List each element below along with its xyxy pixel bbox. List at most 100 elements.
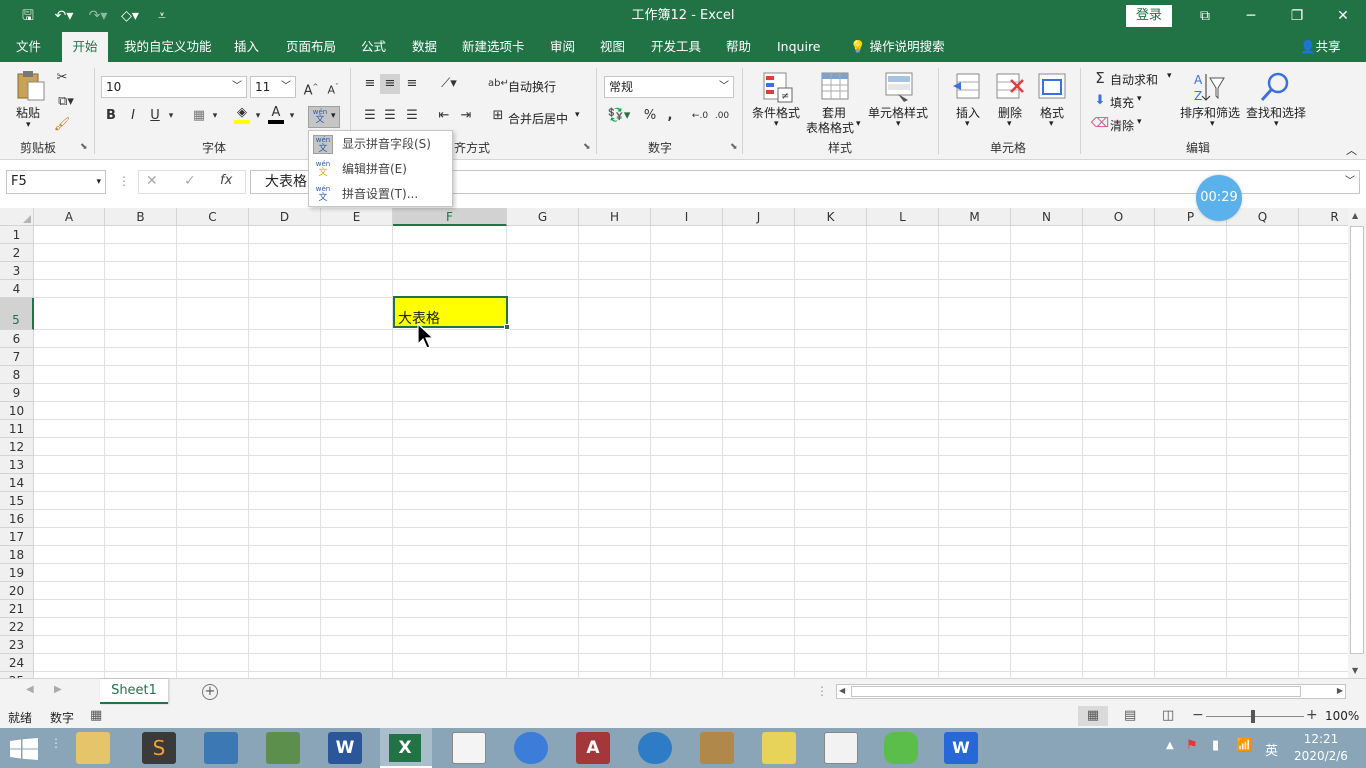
network-icon[interactable]: 📶 [1236,738,1252,753]
fill-down-icon[interactable]: ⬇ [1090,91,1110,111]
scroll-up-icon[interactable]: ▲ [1352,211,1358,220]
menu-item-edit-phonetic[interactable]: wén 文 编辑拼音(E) [309,157,452,182]
shrink-font-icon[interactable]: Aˇ [323,77,343,97]
column-header-g[interactable]: G [507,208,579,226]
row-header-23[interactable]: 23 [0,636,34,654]
row-header-6[interactable]: 6 [0,330,34,348]
horizontal-scrollbar[interactable]: ◀ ▶ [836,684,1346,699]
accounting-format-icon[interactable]: 💱▾ [604,106,634,126]
tab-data[interactable]: 数据 [404,32,445,62]
chevron-down-icon[interactable]: ▾ [774,119,779,129]
reader-icon[interactable] [452,732,486,764]
network-tool-icon[interactable] [638,732,672,764]
row-header-8[interactable]: 8 [0,366,34,384]
column-header-d[interactable]: D [249,208,321,226]
normal-view-icon[interactable]: ▦ [1078,706,1108,726]
tab-help[interactable]: 帮助 [718,32,759,62]
tab-developer[interactable]: 开发工具 [643,32,709,62]
python-icon[interactable] [204,732,238,764]
number-launcher-icon[interactable]: ⬊ [730,142,738,152]
page-layout-view-icon[interactable]: ▤ [1124,708,1136,723]
font-size-combo[interactable]: 11 ﹀ [250,76,296,98]
word-icon[interactable]: W [328,732,362,764]
chevron-down-icon[interactable]: ▾ [1274,119,1279,129]
row-header-14[interactable]: 14 [0,474,34,492]
format-cells-icon[interactable] [1035,70,1069,104]
minimize-button[interactable]: ─ [1228,0,1274,32]
percent-button[interactable]: % [640,106,660,126]
align-left-icon[interactable]: ☰ [360,106,380,126]
tab-home[interactable]: 开始 [62,32,108,63]
chevron-down-icon[interactable]: ▾ [1137,94,1142,104]
row-header-2[interactable]: 2 [0,244,34,262]
menu-item-show-phonetic[interactable]: wén 文 显示拼音字段(S) [309,132,452,157]
row-header-16[interactable]: 16 [0,510,34,528]
grow-font-icon[interactable]: A^ [301,77,321,98]
close-button[interactable]: ✕ [1320,0,1366,32]
comma-button[interactable]: , [660,106,680,126]
ime-indicator[interactable]: 英 [1265,740,1278,759]
enter-icon[interactable]: ✓ [184,173,196,189]
notepad-icon[interactable] [824,732,858,764]
align-top-icon[interactable]: ≡ [360,74,380,94]
row-header-17[interactable]: 17 [0,528,34,546]
fill-handle[interactable] [504,324,510,330]
row-header-9[interactable]: 9 [0,384,34,402]
touch-mode-icon[interactable]: ◇▾ [116,6,144,26]
splitter-dots-icon[interactable]: ⋮ [816,684,828,698]
row-header-21[interactable]: 21 [0,600,34,618]
row-header-7[interactable]: 7 [0,348,34,366]
align-center-icon[interactable]: ☰ [380,106,400,126]
wrap-text-label[interactable]: 自动换行 [508,78,556,95]
autosum-label[interactable]: 自动求和 [1110,71,1158,88]
redo-icon[interactable]: ↷▾ [86,6,110,26]
row-header-18[interactable]: 18 [0,546,34,564]
worksheet-grid[interactable]: ABCDEFGHIJKLMNOPQR 1 2 3 4 5 6 7 8 9 10 11 12 13 14 15… [0,208,1348,678]
paste-dropdown-icon[interactable]: ▾ [26,120,31,130]
font-name-combo[interactable]: 10 ﹀ [101,76,247,98]
number-format-combo[interactable]: 常规 ﹀ [604,76,734,98]
zoom-slider[interactable] [1206,716,1304,717]
cancel-icon[interactable]: ✕ [146,173,158,189]
underline-button[interactable]: U [145,106,165,126]
tray-device-icon[interactable]: ▮ [1212,738,1219,753]
fill-dropdown-icon[interactable]: ▾ [252,106,264,126]
cell-styles-icon[interactable] [882,70,916,104]
page-break-view-icon[interactable]: ◫ [1162,708,1174,723]
sublime-text-icon[interactable]: S [142,732,176,764]
file-explorer-icon[interactable] [76,732,110,764]
increase-decimal-icon[interactable]: ←.0 [690,106,710,126]
tab-custom[interactable]: 我的自定义功能 [116,32,220,62]
column-header-f[interactable]: F [393,208,507,226]
tab-page-layout[interactable]: 页面布局 [278,32,344,62]
autosum-icon[interactable]: Σ [1090,68,1110,88]
chevron-down-icon[interactable]: ▾ [1007,119,1012,129]
column-header-e[interactable]: E [321,208,393,226]
insert-function-icon[interactable]: fx [220,173,232,188]
eraser-icon[interactable]: ⌫ [1090,114,1110,134]
merge-center-icon[interactable]: ⊞ [488,106,508,126]
windows-start-icon[interactable] [10,738,38,760]
decrease-indent-icon[interactable]: ⇤ [434,106,454,126]
sticky-notes-icon[interactable] [762,732,796,764]
column-header-k[interactable]: K [795,208,867,226]
align-middle-icon[interactable]: ≡ [380,74,400,94]
row-header-13[interactable]: 13 [0,456,34,474]
column-header-h[interactable]: H [579,208,651,226]
paste-label[interactable]: 粘贴 [16,104,40,121]
undo-icon[interactable]: ↶▾ [52,6,76,26]
row-header-15[interactable]: 15 [0,492,34,510]
column-header-o[interactable]: O [1083,208,1155,226]
tab-review[interactable]: 审阅 [542,32,583,62]
tab-new[interactable]: 新建选项卡 [454,32,533,62]
clipboard-launcher-icon[interactable]: ⬊ [80,142,88,152]
customize-qat-icon[interactable]: ⩡ [152,6,172,26]
restore-button[interactable]: ❐ [1274,0,1320,32]
login-button[interactable]: 登录 [1126,5,1172,27]
column-header-b[interactable]: B [105,208,177,226]
align-bottom-icon[interactable]: ≡ [402,74,422,94]
wps-icon[interactable]: W [944,732,978,764]
save-icon[interactable]: 🖫 [18,6,38,26]
share-button[interactable]: 👤共享 [1292,32,1349,62]
zoom-level[interactable]: 100% [1325,709,1359,723]
